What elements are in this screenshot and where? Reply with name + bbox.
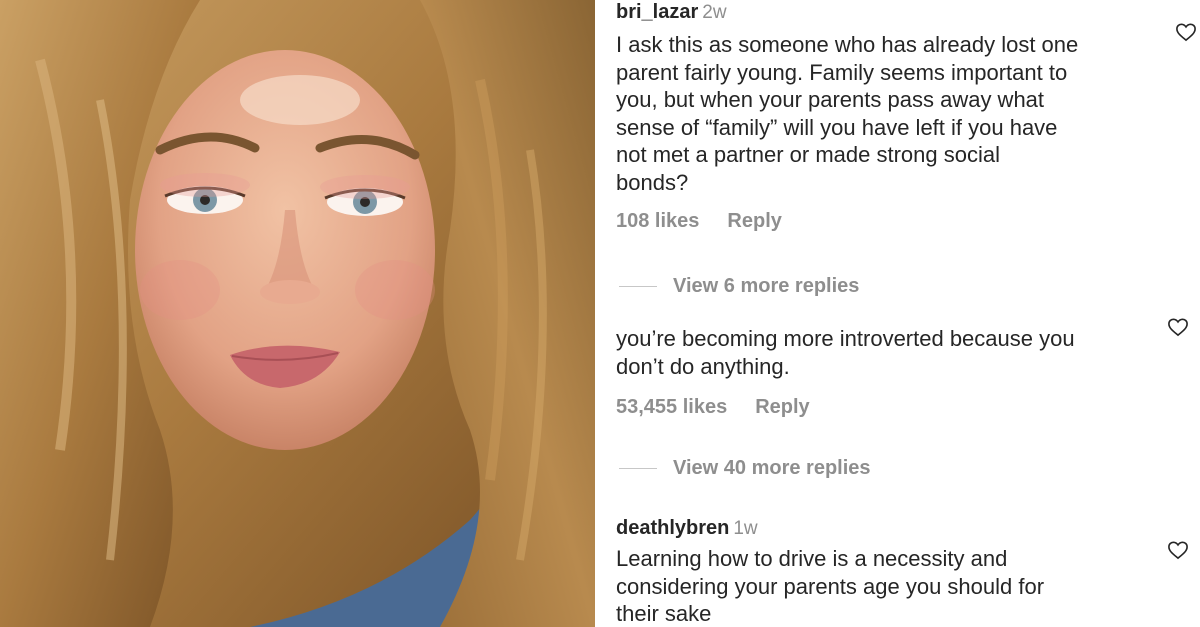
comment-text: I ask this as someone who has already lo… — [616, 31, 1141, 196]
comment-text-line: considering your parents age you should … — [616, 573, 1045, 599]
comment-item: deathlybren 1w Learning how to drive is a… — [616, 516, 1141, 627]
view-more-replies[interactable]: View 6 more replies — [619, 274, 859, 298]
likes-count[interactable]: 53,455 likes — [616, 395, 727, 419]
divider-line — [619, 286, 657, 288]
heart-icon[interactable] — [1167, 540, 1189, 560]
divider-line — [619, 468, 657, 470]
heart-icon[interactable] — [1175, 22, 1197, 42]
comment-meta: 108 likes Reply — [616, 209, 1141, 233]
comment-text: Learning how to drive is a necessity and… — [616, 545, 1141, 627]
comment-header: deathlybren 1w — [616, 516, 1141, 540]
comment-username[interactable]: bri_lazar — [616, 1, 698, 23]
comment-text: you’re becoming more introverted because… — [616, 325, 1141, 380]
selfie-illustration — [0, 0, 595, 627]
comment-time: 2w — [702, 2, 727, 23]
comment-text-line: I ask this as someone who has already lo… — [616, 32, 1079, 57]
comment-text-line: Learning how to drive is a necessity and — [616, 546, 1008, 571]
comment-time: 1w — [733, 518, 758, 539]
comment-item: you’re becoming more introverted because… — [616, 325, 1141, 419]
comment-text-line: parent fairly young. Family seems import… — [616, 59, 1068, 85]
comment-text-line: sense of “family” will you have left if … — [616, 114, 1058, 140]
comment-text-line: their sake — [616, 601, 712, 626]
comments-panel: bri_lazar 2w I ask this as someone who ha… — [595, 0, 1200, 627]
comment-text-line: you’re becoming more introverted because… — [616, 326, 1075, 351]
comment-text-line: not met a partner or made strong social — [616, 142, 1000, 167]
view-more-replies-label: View 40 more replies — [673, 457, 871, 479]
reply-button[interactable]: Reply — [727, 209, 781, 233]
comment-text-line: you, but when your parents pass away wha… — [616, 87, 1045, 112]
comment-meta: 53,455 likes Reply — [616, 395, 1141, 419]
heart-icon[interactable] — [1167, 317, 1189, 337]
comment-header: bri_lazar 2w — [616, 0, 1141, 24]
selfie-photo — [0, 0, 595, 627]
comment-username[interactable]: deathlybren — [616, 517, 729, 539]
likes-count[interactable]: 108 likes — [616, 209, 699, 233]
reply-button[interactable]: Reply — [755, 395, 809, 419]
view-more-replies-label: View 6 more replies — [673, 275, 860, 297]
comment-text-line: don’t do anything. — [616, 353, 790, 379]
comment-text-line: bonds? — [616, 169, 689, 195]
view-more-replies[interactable]: View 40 more replies — [619, 456, 871, 480]
comment-item: bri_lazar 2w I ask this as someone who ha… — [616, 0, 1141, 233]
